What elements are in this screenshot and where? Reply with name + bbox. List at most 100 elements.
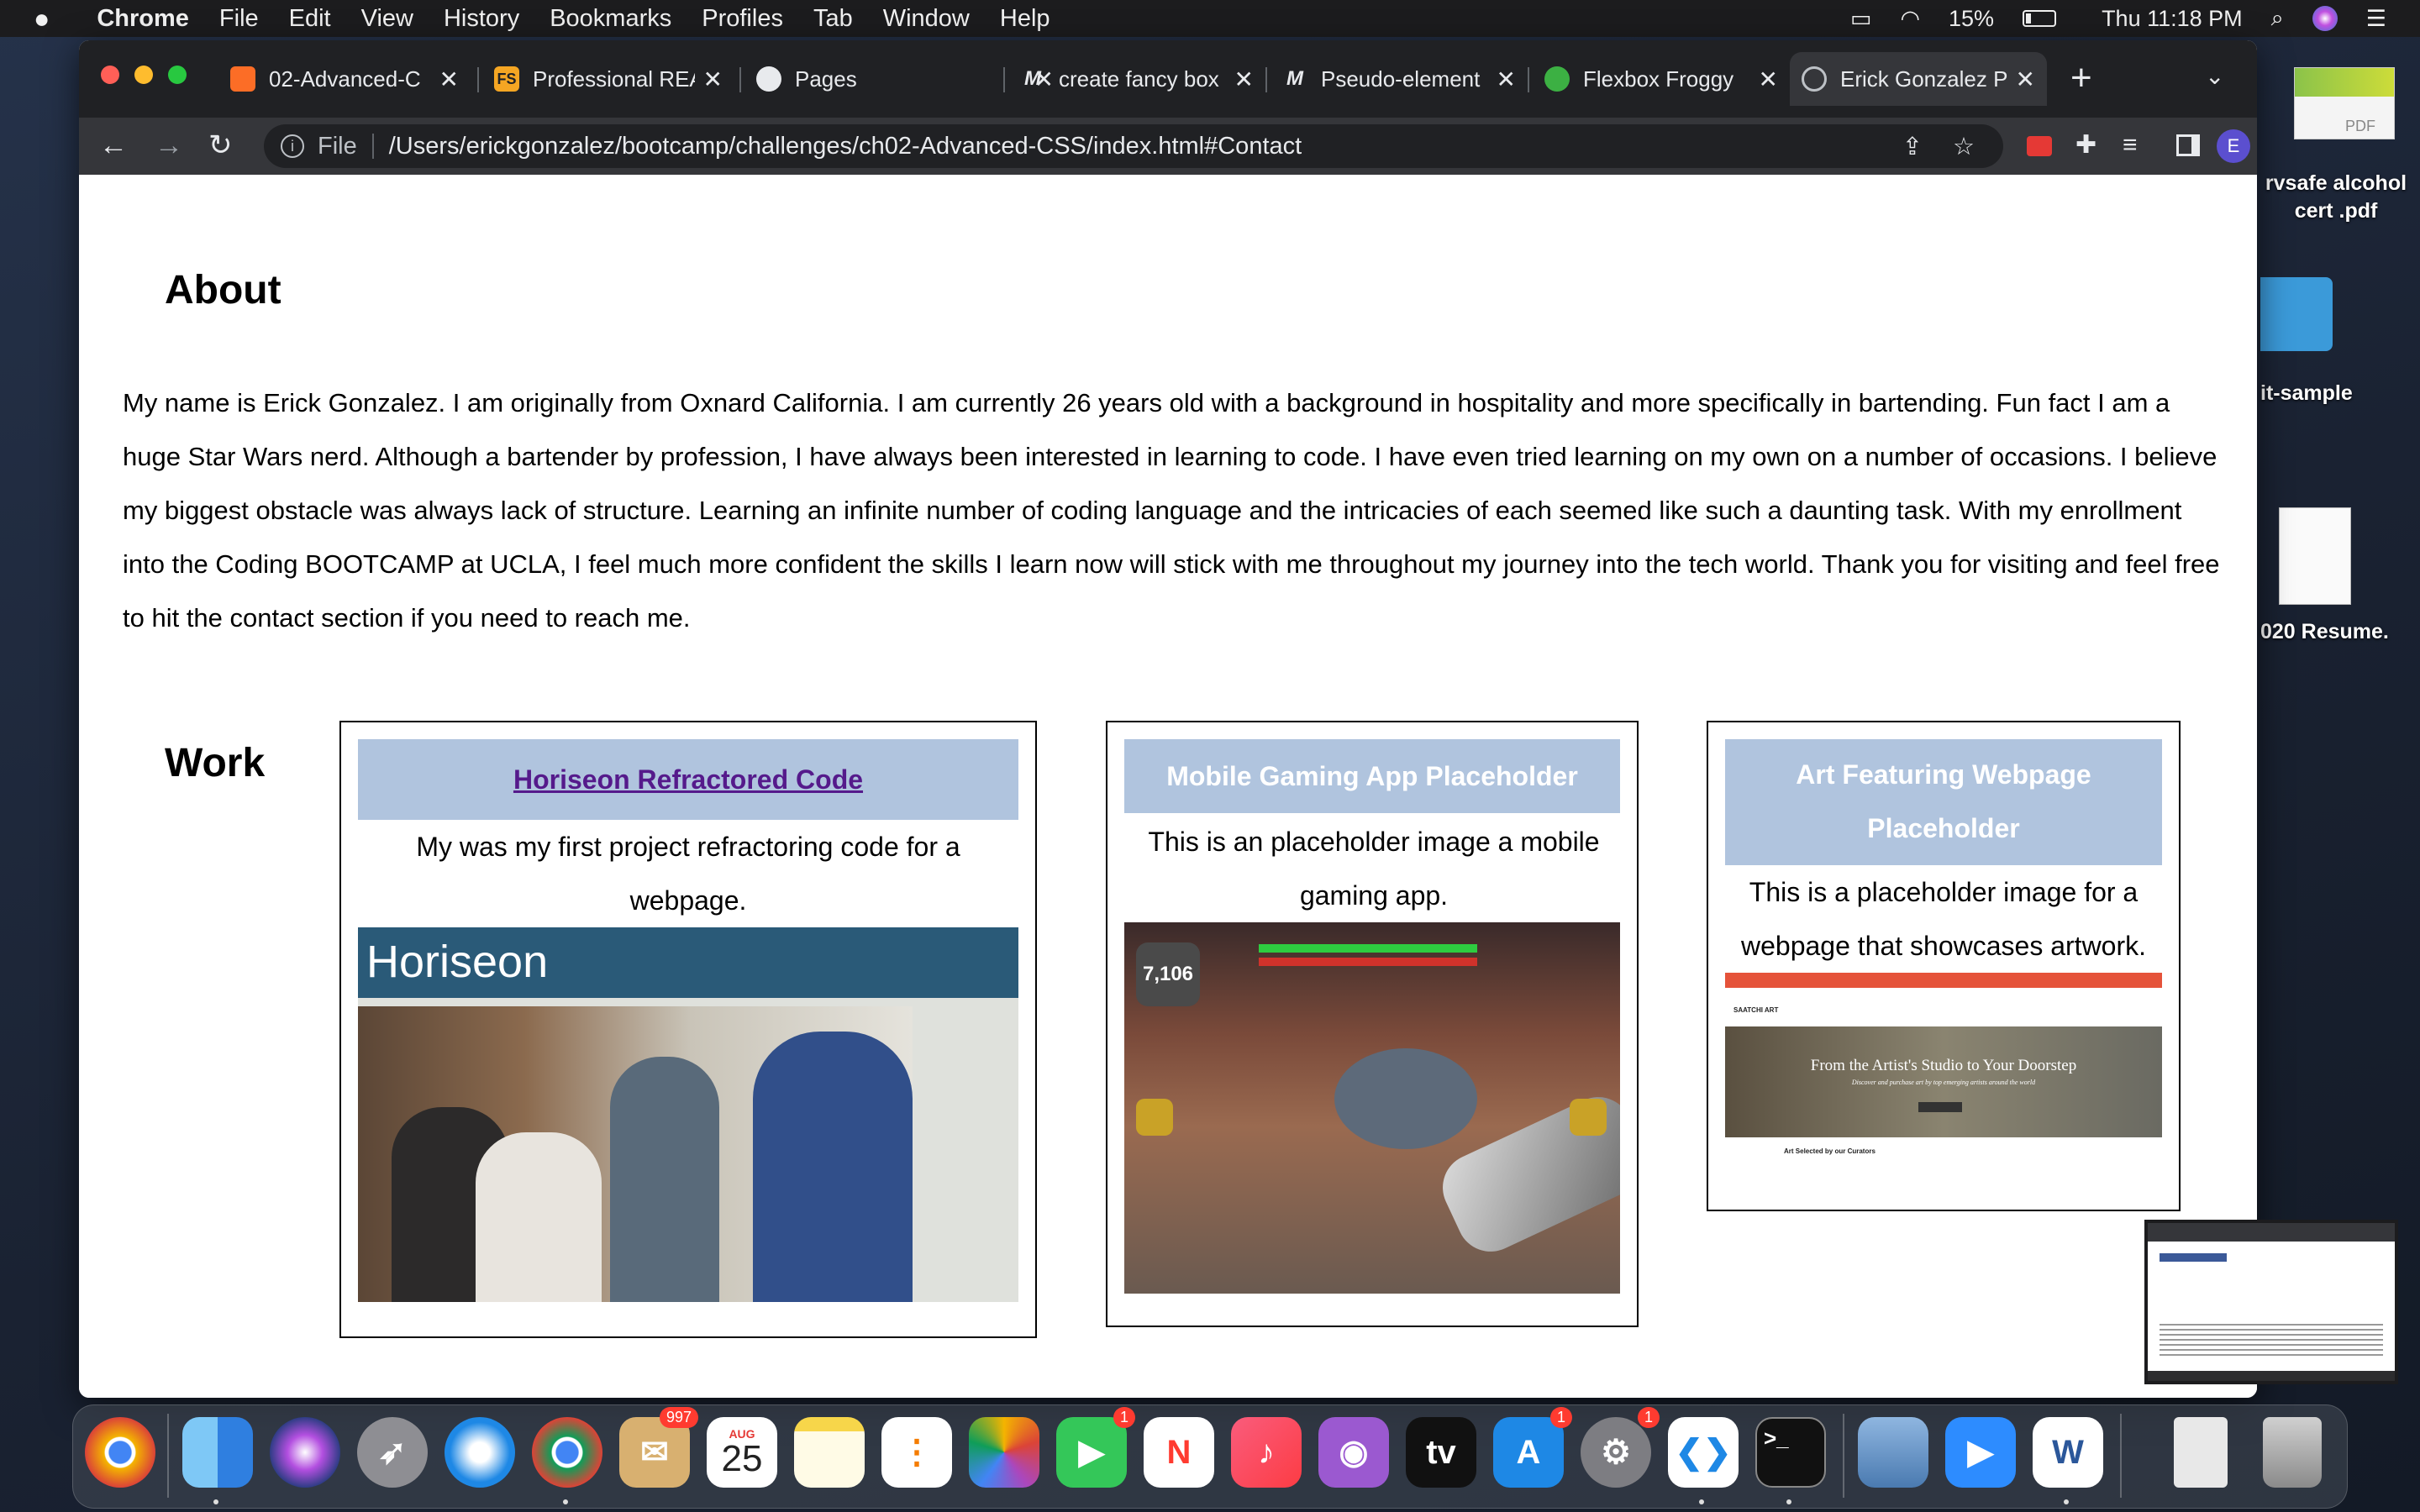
frog-icon [1544,66,1570,92]
tab-search-icon[interactable]: ⌄ [2205,62,2224,90]
screenshot-thumbnail[interactable] [2144,1220,2398,1384]
tab-pseudo-element[interactable]: M Pseudo-element ✕ [1270,52,1528,106]
control-center-icon[interactable]: ☰ [2366,6,2386,32]
dock-tv-icon[interactable]: tv [1406,1417,1476,1488]
menu-history[interactable]: History [429,5,534,33]
card-title-bar: Horiseon Refractored Code [358,739,1018,820]
close-icon[interactable]: ✕ [439,66,459,93]
gaming-screenshot: 7,106 [1124,922,1620,1294]
close-icon[interactable]: ✕ [2016,66,2035,93]
extension-icon[interactable] [2027,136,2052,156]
dock-preview-icon[interactable] [1858,1417,1928,1488]
tab-divider [1003,67,1005,92]
close-icon[interactable]: ✕ [1497,66,1516,93]
share-icon[interactable]: ⇪ [1902,132,1923,161]
horiseon-project-link[interactable]: Horiseon Refractored Code [513,764,863,795]
profile-avatar[interactable]: E [2217,129,2250,163]
info-icon[interactable]: i [281,134,304,158]
tab-professional[interactable]: FS Professional REA ✕ [482,52,734,106]
tab-flexbox-froggy[interactable]: Flexbox Froggy ✕ [1533,52,1790,106]
dock-safari-icon[interactable] [445,1417,515,1488]
dock-zoom-icon[interactable]: ▶ [1945,1417,2016,1488]
tab-title: create fancy box [1059,66,1219,92]
desktop-icon-label: it-sample [2260,381,2353,405]
close-icon[interactable]: ✕ [1759,66,1778,93]
tab-divider [1528,67,1529,92]
art-selected-caption: Art Selected by our Curators [1784,1147,1876,1155]
dock-word-icon[interactable]: W [2033,1417,2103,1488]
siri-icon[interactable] [2312,6,2338,31]
menu-profiles[interactable]: Profiles [687,5,798,33]
back-button[interactable]: ← [99,126,128,165]
dock-chrome-canary-icon[interactable] [85,1417,155,1488]
medium-icon: M [1024,67,1041,90]
desktop-icon-folder[interactable]: it-sample [2260,277,2412,412]
side-panel-icon[interactable] [2176,134,2200,156]
horiseon-logo-text: Horiseon [366,937,549,987]
dock-vscode-icon[interactable]: ❮❯ [1668,1417,1739,1488]
dock-photos-icon[interactable] [969,1417,1039,1488]
menu-view[interactable]: View [346,5,429,33]
dock-reminders-icon[interactable]: ⋮ [881,1417,952,1488]
menu-app-name[interactable]: Chrome [82,5,204,33]
spotlight-icon[interactable]: ⌕ [2271,5,2284,32]
dock-podcasts-icon[interactable]: ◉ [1318,1417,1389,1488]
dock-system-preferences-icon[interactable]: ⚙ 1 [1581,1407,1660,1488]
menu-edit[interactable]: Edit [274,5,346,33]
horiseon-screenshot: Horiseon [358,927,1018,1302]
airplay-icon[interactable]: ▭ [1850,6,1872,32]
dock-notes-icon[interactable] [794,1417,865,1488]
address-bar[interactable]: i File /Users/erickgonzalez/bootcamp/cha… [264,124,2003,168]
menu-bookmarks[interactable]: Bookmarks [534,5,687,33]
dock-calendar-icon[interactable]: AUG 25 [707,1417,777,1488]
dock-music-icon[interactable]: ♪ [1231,1417,1302,1488]
menu-tab[interactable]: Tab [798,5,868,33]
dock-terminal-icon[interactable]: >_ [1755,1417,1826,1488]
dock-app-store-icon[interactable]: A1 [1493,1407,1572,1488]
forward-button[interactable]: → [155,126,183,165]
dock-siri-icon[interactable] [270,1417,340,1488]
tab-active[interactable]: Erick Gonzalez P ✕ [1790,52,2047,106]
reload-button[interactable]: ↻ [208,126,233,165]
battery-icon[interactable] [2023,10,2057,27]
dock-facetime-icon[interactable]: ▶ 1 [1056,1407,1135,1488]
clock[interactable]: Thu 11:18 PM [2102,6,2243,32]
menu-file[interactable]: File [204,5,274,33]
close-icon[interactable]: ✕ [1234,66,1254,93]
fs-icon: FS [494,66,519,92]
tab-title: Professional REA [533,66,695,92]
close-icon[interactable]: ✕ [703,66,723,93]
dock-trash-icon[interactable] [2263,1417,2322,1488]
zoom-window-button[interactable] [168,66,187,84]
dock-finder-icon[interactable] [182,1417,253,1488]
menu-window[interactable]: Window [868,5,985,33]
dock-launchpad-icon[interactable]: ➶ [357,1417,428,1488]
dock-mail-icon[interactable]: ✉ 997 [619,1407,698,1488]
desktop-icon-resume[interactable]: 020 Resume. [2260,507,2412,650]
about-text: My name is Erick Gonzalez. I am original… [123,388,2220,633]
extensions-puzzle-icon[interactable]: ✚ [2075,126,2096,165]
tab-fancy-box[interactable]: M create fancy box ✕ [1008,52,1265,106]
work-card-gaming: Mobile Gaming App Placeholder This is an… [1106,721,1639,1327]
status-area: ▭ ◠ 15% Thu 11:18 PM ⌕ ☰ [1850,0,2386,37]
bookmark-star-icon[interactable]: ☆ [1953,132,1975,161]
enemy-creature [1334,1048,1477,1149]
card-description: This is an placeholder image a mobile ga… [1148,827,1600,911]
minimize-window-button[interactable] [134,66,153,84]
dock-chrome-icon[interactable] [532,1417,602,1488]
desktop-icon-label: 020 Resume. [2260,620,2389,643]
running-indicator [1786,1499,1791,1504]
desktop-icon-pdf[interactable]: PDF rvsafe alcohol cert .pdf [2260,67,2412,235]
menu-help[interactable]: Help [985,5,1065,33]
new-tab-button[interactable]: + [2070,57,2092,99]
close-window-button[interactable] [101,66,119,84]
facetime-badge: 1 [1113,1407,1135,1428]
dock-downloads-stack-icon[interactable] [2174,1417,2228,1488]
dock-news-icon[interactable]: N [1144,1417,1214,1488]
url-text[interactable]: /Users/erickgonzalez/bootcamp/challenges… [389,133,1302,160]
apple-menu-icon[interactable]: ● [18,3,65,34]
tab-gitlab[interactable]: 02-Advanced-C ✕ [218,52,471,106]
media-queue-icon[interactable]: ≡ [2123,126,2138,165]
wifi-icon[interactable]: ◠ [1900,6,1920,32]
art-hero-subtext: Discover and purchase art by top emergin… [1851,1079,2036,1086]
